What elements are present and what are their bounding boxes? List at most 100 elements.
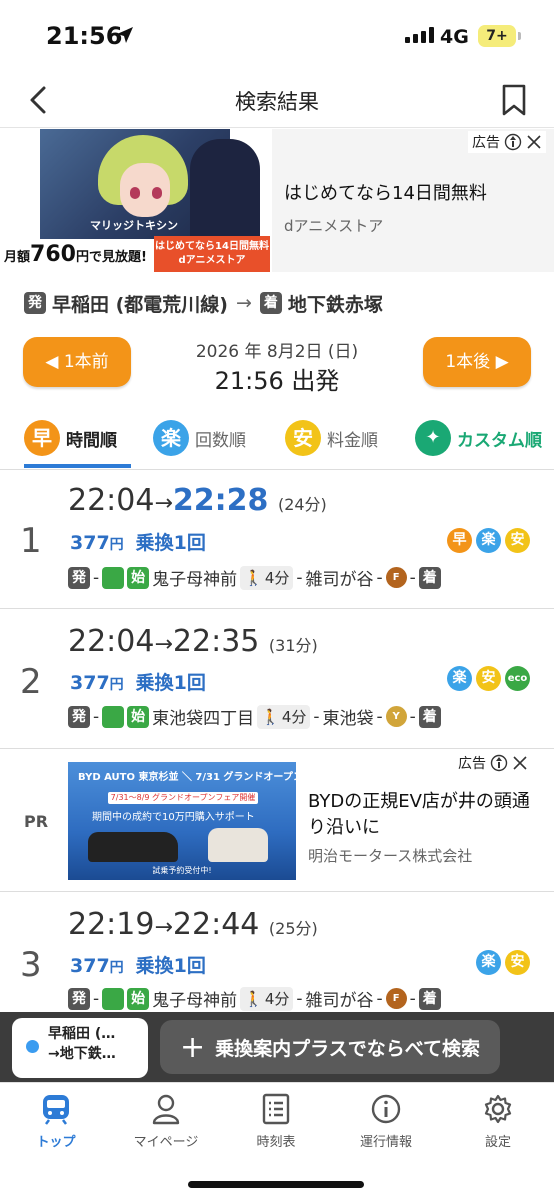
anime-artwork: マリッジトキシン bbox=[40, 129, 260, 239]
ad-headline[interactable]: BYDの正規EV店が井の頭通り沿いに bbox=[308, 789, 538, 841]
person-icon bbox=[152, 1094, 180, 1125]
to-station: 地下鉄赤塚 bbox=[287, 293, 383, 316]
ad-label[interactable]: 広告 bbox=[468, 131, 546, 153]
walk-segment: 🚶 4分 bbox=[257, 704, 311, 729]
car-image bbox=[208, 828, 268, 862]
result-fare: 377円 乗換1回 bbox=[70, 672, 206, 694]
tab-fare[interactable]: 安料金順 bbox=[285, 416, 378, 460]
left-triangle-icon: ◀ bbox=[45, 352, 59, 372]
tab-mypage[interactable]: マイページ bbox=[116, 1093, 216, 1150]
next-train-button[interactable]: 1本後 ▶ bbox=[423, 337, 531, 387]
tab-top[interactable]: トップ bbox=[6, 1093, 106, 1150]
pr-label: PR bbox=[24, 812, 49, 831]
result-steps: 発- 始 鬼子母神前 🚶 4分 - 雑司が谷 - F- 着 bbox=[68, 986, 441, 1011]
result-index: 1 bbox=[20, 521, 42, 561]
ad-info-icon[interactable] bbox=[490, 754, 508, 772]
route-summary: 発 早稲田 (都電荒川線) → 着 地下鉄赤塚 bbox=[24, 288, 544, 318]
status-time: 21:56 bbox=[46, 22, 123, 50]
tab-custom[interactable]: ✦ カスタム順 bbox=[415, 416, 542, 460]
info-icon bbox=[371, 1094, 401, 1124]
ad-image[interactable]: マリッジトキシン 月額760円で見放題! はじめてなら14日間無料 dアニメストア bbox=[0, 129, 272, 272]
sort-tabs: 早時間順 楽回数順 安料金順 ✦ カスタム順 bbox=[0, 414, 554, 470]
ad-image[interactable]: BYD AUTO 東京杉並 ＼ 7/31 グランドオープン／ 7/31〜8/9 … bbox=[68, 762, 313, 880]
ad-image-title: マリッジトキシン bbox=[90, 219, 178, 232]
tab-time[interactable]: 早時間順 bbox=[24, 416, 117, 460]
ad-headline[interactable]: はじめてなら14日間無料 bbox=[284, 179, 487, 205]
line-f-icon: F bbox=[385, 567, 407, 588]
line-y-icon: Y bbox=[385, 706, 407, 727]
cheap-icon: 安 bbox=[285, 420, 321, 456]
fast-icon: 早 bbox=[24, 420, 60, 456]
easy-icon: 楽 bbox=[153, 420, 189, 456]
car-image bbox=[88, 832, 178, 862]
ad-advertiser: 明治モータース株式会社 bbox=[308, 847, 473, 865]
result-fare: 377円 乗換1回 bbox=[70, 532, 206, 554]
eco-badge: eco bbox=[505, 666, 530, 691]
signal-icon bbox=[405, 27, 434, 43]
ad-info-icon[interactable] bbox=[504, 133, 522, 151]
prev-train-button[interactable]: ◀ 1本前 bbox=[23, 337, 131, 387]
walk-segment: 🚶 4分 bbox=[240, 565, 294, 590]
result-badges: 楽 安 bbox=[476, 950, 530, 975]
cheap-badge: 安 bbox=[476, 666, 501, 691]
walk-icon: 🚶 bbox=[244, 989, 263, 1008]
result-row-2[interactable]: 2 22:04→22:35 (31分) 377円 乗換1回 楽 安 eco 発- … bbox=[0, 610, 554, 749]
ad-price: 月額760円で見放題! bbox=[4, 242, 147, 267]
result-index: 3 bbox=[20, 945, 42, 985]
tram-icon bbox=[102, 705, 125, 728]
from-tag: 発 bbox=[24, 292, 46, 314]
tab-settings[interactable]: 設定 bbox=[448, 1093, 548, 1150]
page-title: 検索結果 bbox=[235, 90, 319, 114]
right-triangle-icon: ▶ bbox=[495, 352, 509, 372]
result-row-1[interactable]: 1 22:04→22:28 (24分) 377円 乗換1回 早 楽 安 発- 始 … bbox=[0, 471, 554, 609]
cheap-badge: 安 bbox=[505, 528, 530, 553]
line-f-icon: F bbox=[385, 988, 407, 1009]
walk-icon: 🚶 bbox=[261, 707, 280, 726]
ad-label[interactable]: 広告 bbox=[458, 753, 528, 773]
result-fare: 377円 乗換1回 bbox=[70, 955, 206, 977]
compare-search-button[interactable]: + 乗換案内プラスでならべて検索 bbox=[160, 1020, 500, 1074]
history-dot-icon bbox=[26, 1040, 39, 1053]
walk-icon: 🚶 bbox=[244, 568, 263, 587]
to-tag: 着 bbox=[259, 292, 282, 314]
result-row-3[interactable]: 3 22:19→22:44 (25分) 377円 乗換1回 楽 安 発- 始 鬼子… bbox=[0, 893, 554, 1013]
location-arrow-icon bbox=[117, 27, 133, 43]
gear-icon bbox=[484, 1094, 512, 1124]
result-badges: 早 楽 安 bbox=[447, 528, 530, 553]
plus-icon: + bbox=[179, 1029, 206, 1065]
ad-close-icon[interactable] bbox=[526, 134, 542, 150]
result-times: 22:19→22:44 (25分) bbox=[68, 907, 318, 942]
easy-badge: 楽 bbox=[476, 950, 501, 975]
departure-time[interactable]: 21:56 出発 bbox=[150, 361, 404, 396]
route-arrow: → bbox=[235, 292, 252, 314]
tab-timetable[interactable]: 時刻表 bbox=[226, 1093, 326, 1150]
top-ad-banner[interactable]: マリッジトキシン 月額760円で見放題! はじめてなら14日間無料 dアニメストア… bbox=[0, 129, 554, 272]
ad-close-icon[interactable] bbox=[512, 755, 528, 771]
result-badges: 楽 安 eco bbox=[447, 666, 530, 691]
home-indicator bbox=[188, 1181, 364, 1188]
bookmark-icon[interactable] bbox=[500, 82, 528, 118]
tab-service-info[interactable]: 運行情報 bbox=[336, 1093, 436, 1150]
easy-badge: 楽 bbox=[447, 666, 472, 691]
floating-action-bar: 早稲田 (… →地下鉄… + 乗換案内プラスでならべて検索 bbox=[0, 1012, 554, 1082]
fast-badge: 早 bbox=[447, 528, 472, 553]
result-index: 2 bbox=[20, 662, 42, 702]
walk-segment: 🚶 4分 bbox=[240, 986, 294, 1011]
sparkle-icon: ✦ bbox=[415, 420, 451, 456]
cheap-badge: 安 bbox=[505, 950, 530, 975]
battery-icon: 7+ bbox=[478, 25, 521, 47]
status-bar: 21:56 4G 7+ bbox=[0, 0, 554, 72]
tram-icon bbox=[102, 566, 125, 589]
search-date[interactable]: 2026 年 8月2日 (日) bbox=[150, 337, 404, 362]
ad-red-banner: はじめてなら14日間無料 dアニメストア bbox=[154, 236, 270, 272]
tab-transfers[interactable]: 楽回数順 bbox=[153, 416, 246, 460]
tram-icon bbox=[102, 987, 125, 1010]
list-icon bbox=[262, 1093, 290, 1125]
search-history-card[interactable]: 早稲田 (… →地下鉄… bbox=[12, 1018, 148, 1078]
result-steps: 発- 始 鬼子母神前 🚶 4分 - 雑司が谷 - F- 着 bbox=[68, 565, 441, 590]
train-icon bbox=[43, 1095, 69, 1125]
easy-badge: 楽 bbox=[476, 528, 501, 553]
pr-ad-banner[interactable]: PR BYD AUTO 東京杉並 ＼ 7/31 グランドオープン／ 7/31〜8… bbox=[0, 749, 554, 892]
network-label: 4G bbox=[440, 26, 469, 48]
time-selector: ◀ 1本前 2026 年 8月2日 (日) 21:56 出発 1本後 ▶ bbox=[0, 337, 554, 396]
